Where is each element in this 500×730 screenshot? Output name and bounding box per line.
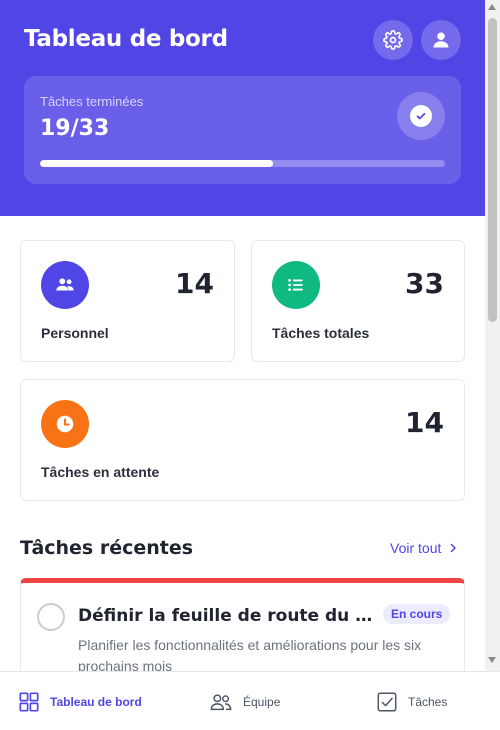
stat-card-personnel[interactable]: 14 Personnel	[20, 240, 235, 362]
tasks-icon	[377, 692, 397, 711]
progress-label: Tâches terminées	[40, 94, 144, 109]
recent-tasks-title: Tâches récentes	[20, 537, 194, 559]
nav-item-team[interactable]: Équipe	[209, 672, 280, 730]
stat-label: Personnel	[41, 325, 109, 341]
stat-card-total-tasks[interactable]: 33 Tâches totales	[251, 240, 465, 362]
stat-label: Tâches en attente	[41, 464, 160, 480]
page-title: Tableau de bord	[24, 26, 228, 52]
stat-card-pending-tasks[interactable]: 14 Tâches en attente	[20, 379, 465, 501]
scrollbar-thumb[interactable]	[488, 18, 497, 322]
nav-item-tasks[interactable]: Tâches	[376, 672, 447, 730]
task-complete-checkbox[interactable]	[37, 603, 65, 631]
progress-card: Tâches terminées 19/33	[24, 76, 461, 184]
bottom-nav: Tableau de bord Équipe Tâches	[0, 671, 500, 730]
clock-icon	[41, 400, 89, 448]
gear-icon	[383, 30, 403, 50]
stat-value: 33	[405, 267, 444, 300]
progress-bar	[40, 160, 445, 167]
scrollbar[interactable]	[485, 0, 500, 671]
see-all-label: Voir tout	[390, 540, 442, 556]
task-title: Définir la feuille de route du produit	[78, 606, 373, 626]
team-icon	[210, 693, 232, 710]
nav-label: Tâches	[408, 694, 448, 709]
stat-value: 14	[175, 267, 214, 300]
status-badge: En cours	[383, 604, 451, 624]
scroll-down-arrow-icon[interactable]	[488, 657, 496, 663]
settings-button[interactable]	[373, 20, 413, 60]
progress-bar-fill	[40, 160, 274, 167]
stat-value: 14	[405, 406, 444, 439]
nav-label: Tableau de bord	[50, 694, 142, 709]
dashboard-icon	[19, 691, 39, 712]
stat-label: Tâches totales	[272, 325, 370, 341]
nav-item-dashboard[interactable]: Tableau de bord	[18, 672, 142, 730]
profile-button[interactable]	[421, 20, 461, 60]
scroll-up-arrow-icon[interactable]	[488, 4, 496, 10]
chevron-right-icon	[451, 543, 457, 553]
dashboard-header: Tableau de bord Tâches terminées 19/33	[0, 0, 485, 216]
see-all-link[interactable]: Voir tout	[390, 540, 459, 556]
task-card[interactable]: Définir la feuille de route du produit E…	[20, 578, 465, 678]
nav-label: Équipe	[243, 694, 281, 709]
user-icon	[433, 32, 449, 48]
list-icon	[272, 261, 320, 309]
progress-value: 19/33	[40, 116, 110, 141]
users-icon	[41, 261, 89, 309]
check-circle-icon	[397, 92, 445, 140]
